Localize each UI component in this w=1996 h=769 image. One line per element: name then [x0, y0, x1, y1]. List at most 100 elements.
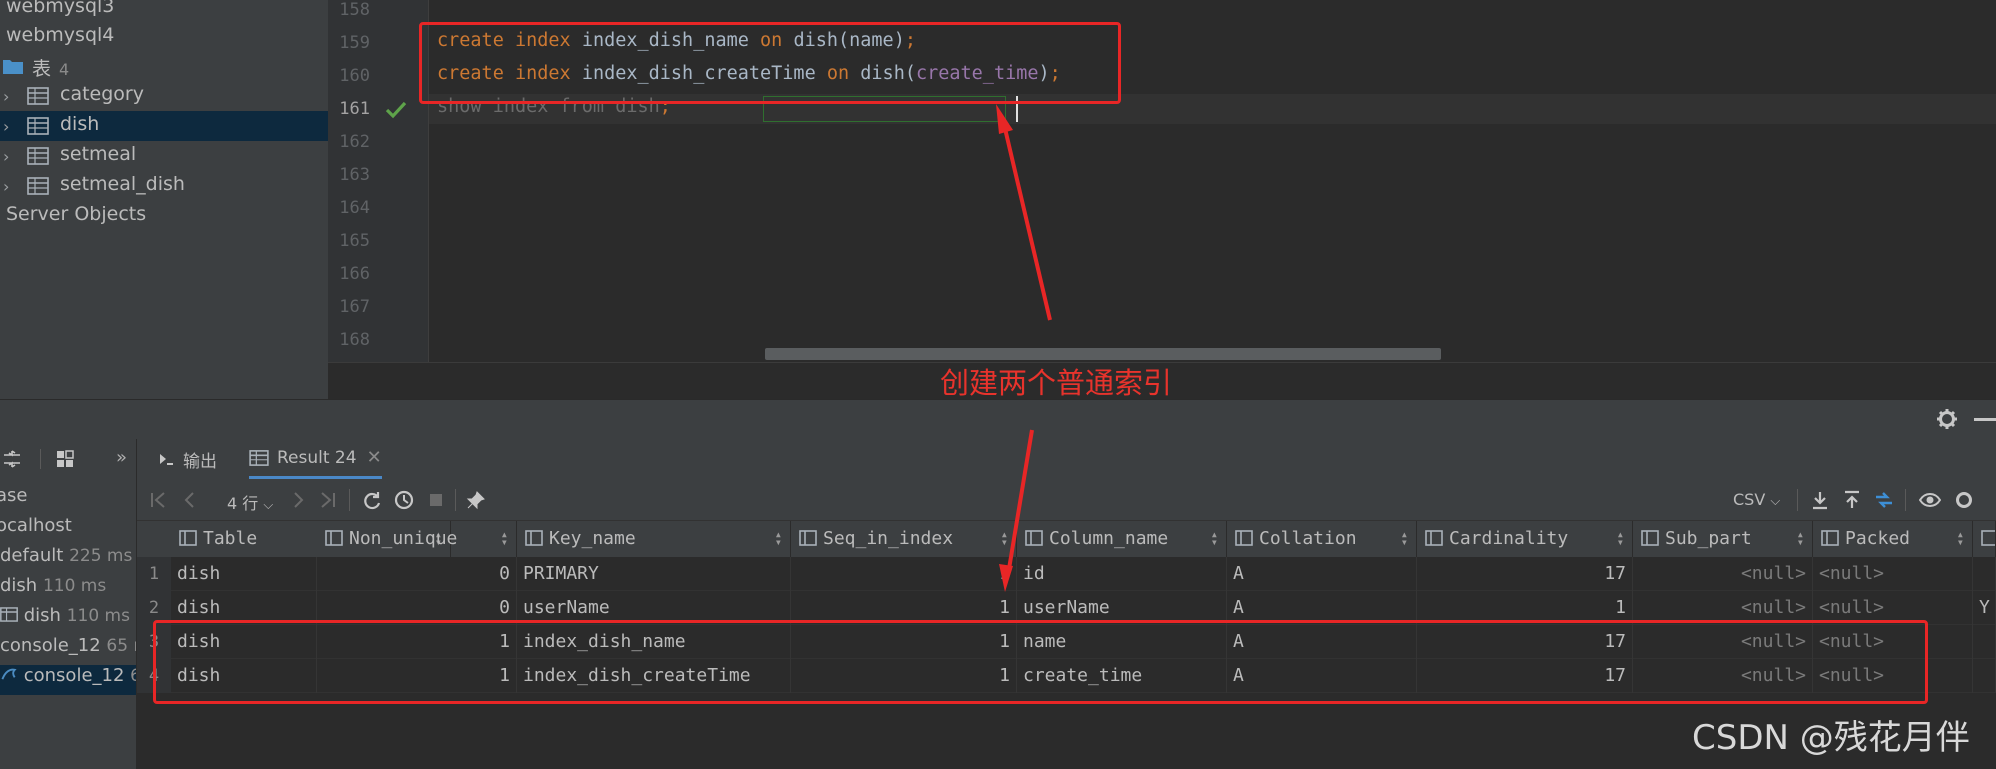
cell-column[interactable]: id — [1017, 557, 1227, 591]
sort-icon[interactable]: ▴ ▾ — [501, 528, 508, 548]
stop-icon[interactable] — [425, 489, 447, 511]
cell-non-unique[interactable]: 0 — [317, 557, 517, 591]
console-output-icon — [160, 454, 173, 465]
service-item-duration: 110 ms — [42, 576, 107, 596]
upload-icon[interactable] — [1841, 489, 1863, 511]
collapse-all-icon[interactable] — [2, 449, 22, 469]
refresh-icon[interactable] — [361, 489, 383, 511]
column-header-column-name[interactable]: Column_name ▴ ▾ — [1017, 521, 1227, 557]
sort-icon[interactable]: ▴ ▾ — [1211, 528, 1218, 548]
line-number: 158 — [339, 0, 370, 20]
service-item[interactable]: dish 110 ms — [0, 605, 130, 635]
tree-item-webmysql3[interactable]: webmysql3 — [0, 0, 328, 23]
watermark: CSDN @残花月伴 — [1692, 718, 1970, 758]
cell-extra[interactable]: Y — [1973, 591, 1996, 625]
cell-key-name[interactable]: PRIMARY — [517, 557, 791, 591]
service-item-duration: 110 ms — [66, 606, 130, 626]
column-icon — [1425, 530, 1443, 546]
line-number: 167 — [339, 297, 370, 317]
column-header-cardinality[interactable]: Cardinality ▴ ▾ — [1417, 521, 1633, 557]
table-icon — [27, 117, 49, 135]
cell-extra[interactable] — [1973, 659, 1996, 693]
first-page-icon[interactable] — [147, 489, 169, 511]
cell-collation[interactable]: A — [1227, 557, 1417, 591]
export-format-dropdown[interactable]: CSV ⌵ — [1733, 490, 1780, 509]
table-row[interactable]: 1 dish 0 PRIMARY 1 id A 17 <null> <null> — [137, 557, 1996, 591]
sort-icon[interactable]: ▴ ▾ — [1957, 528, 1964, 548]
column-header-collation[interactable]: Collation ▴ ▾ — [1227, 521, 1417, 557]
gear-icon[interactable] — [1936, 408, 1958, 430]
column-header-sub-part[interactable]: Sub_part ▴ ▾ — [1633, 521, 1813, 557]
settings-icon[interactable] — [1953, 489, 1975, 511]
cell-sub-part[interactable]: <null> — [1633, 557, 1813, 591]
row-count-dropdown[interactable]: 4 行 ⌵ — [227, 490, 273, 514]
clock-icon[interactable] — [393, 489, 415, 511]
services-toolbar: » — [0, 439, 136, 479]
tree-item-tables-folder[interactable]: 表4 — [0, 52, 328, 82]
chevron-right-icon[interactable]: › — [3, 87, 17, 106]
tree-item-category[interactable]: › category — [0, 81, 328, 111]
tree-item-dish[interactable]: › dish — [0, 111, 328, 141]
horizontal-scrollbar[interactable] — [765, 348, 1441, 360]
service-item[interactable]: default 225 ms — [0, 545, 132, 575]
column-header-packed[interactable]: Packed ▴ ▾ — [1813, 521, 1973, 557]
column-header-label: Cardinality — [1449, 528, 1569, 549]
previous-page-icon[interactable] — [179, 489, 201, 511]
toolbar-divider — [349, 489, 350, 511]
sort-icon[interactable]: ▴ ▾ — [1001, 528, 1008, 548]
chevron-right-icon[interactable]: › — [3, 117, 17, 136]
tab-output[interactable]: 输出 — [157, 439, 217, 479]
service-item[interactable]: dish 110 ms — [0, 575, 106, 605]
tree-item-setmeal[interactable]: › setmeal — [0, 141, 328, 171]
tree-item-label: setmeal — [60, 143, 137, 165]
compare-icon[interactable] — [1873, 489, 1895, 511]
column-icon — [525, 530, 543, 546]
cell-packed[interactable]: <null> — [1813, 557, 1973, 591]
tree-item-label: 表 — [32, 58, 52, 80]
column-header-more[interactable] — [1973, 521, 1996, 557]
column-header-non-unique[interactable]: Non_unique ▴ ▾ — [317, 521, 517, 557]
service-item[interactable]: ase — [0, 485, 27, 515]
column-icon — [1641, 530, 1659, 546]
chevron-down-icon: ⌵ — [263, 498, 274, 513]
tab-result-24[interactable]: Result 24 ✕ — [249, 439, 382, 479]
service-item-duration: 225 ms — [69, 546, 133, 566]
annotation-box-result — [153, 620, 1928, 704]
sort-icon[interactable]: ▴ ▾ — [1401, 528, 1408, 548]
eye-icon[interactable] — [1919, 489, 1941, 511]
pin-icon[interactable] — [465, 489, 487, 511]
tree-item-webmysql4[interactable]: webmysql4 — [0, 22, 328, 52]
chevron-right-icon[interactable]: › — [3, 147, 17, 166]
cell-extra[interactable] — [1973, 557, 1996, 591]
cell-extra[interactable] — [1973, 625, 1996, 659]
cell-cardinality[interactable]: 17 — [1417, 557, 1633, 591]
download-icon[interactable] — [1809, 489, 1831, 511]
tab-label: 输出 — [183, 451, 217, 472]
chevron-double-right-icon[interactable]: » — [116, 447, 127, 468]
result-toolbar: 4 行 ⌵ CSV ⌵ — [137, 479, 1996, 521]
chevron-right-icon[interactable]: › — [3, 177, 17, 196]
column-header-label: Sub_part — [1665, 528, 1752, 549]
close-icon[interactable]: ✕ — [367, 447, 382, 468]
checkmark-icon — [385, 101, 407, 119]
last-page-icon[interactable] — [317, 489, 339, 511]
next-page-icon[interactable] — [287, 489, 309, 511]
sort-icon[interactable]: ▴ ▾ — [775, 528, 782, 548]
sort-icon[interactable]: ▴ ▾ — [1617, 528, 1624, 548]
service-item-selected[interactable]: console_12 6 — [0, 665, 136, 695]
grid-header: Table ▴ ▾ Non_unique ▴ ▾ Key_name ▴ ▾ Seq_i… — [137, 521, 1996, 557]
column-header-key-name[interactable]: Key_name ▴ ▾ — [517, 521, 791, 557]
group-icon[interactable] — [55, 449, 75, 469]
service-item[interactable]: ocalhost — [0, 515, 72, 545]
toolbar-divider — [1905, 489, 1906, 511]
service-item[interactable]: console_12 65 m — [0, 635, 136, 665]
line-number: 164 — [339, 198, 370, 218]
cell-table[interactable]: dish — [171, 557, 317, 591]
sort-icon[interactable]: ▴ ▾ — [1797, 528, 1804, 548]
column-header-label: Collation — [1259, 528, 1357, 549]
cell-seq[interactable]: 1 — [791, 557, 1017, 591]
tree-item-setmeal-dish[interactable]: › setmeal_dish — [0, 171, 328, 201]
minimize-icon[interactable] — [1974, 418, 1996, 421]
column-header-seq-in-index[interactable]: Seq_in_index ▴ ▾ — [791, 521, 1017, 557]
tree-item-server-objects[interactable]: Server Objects — [0, 201, 328, 231]
